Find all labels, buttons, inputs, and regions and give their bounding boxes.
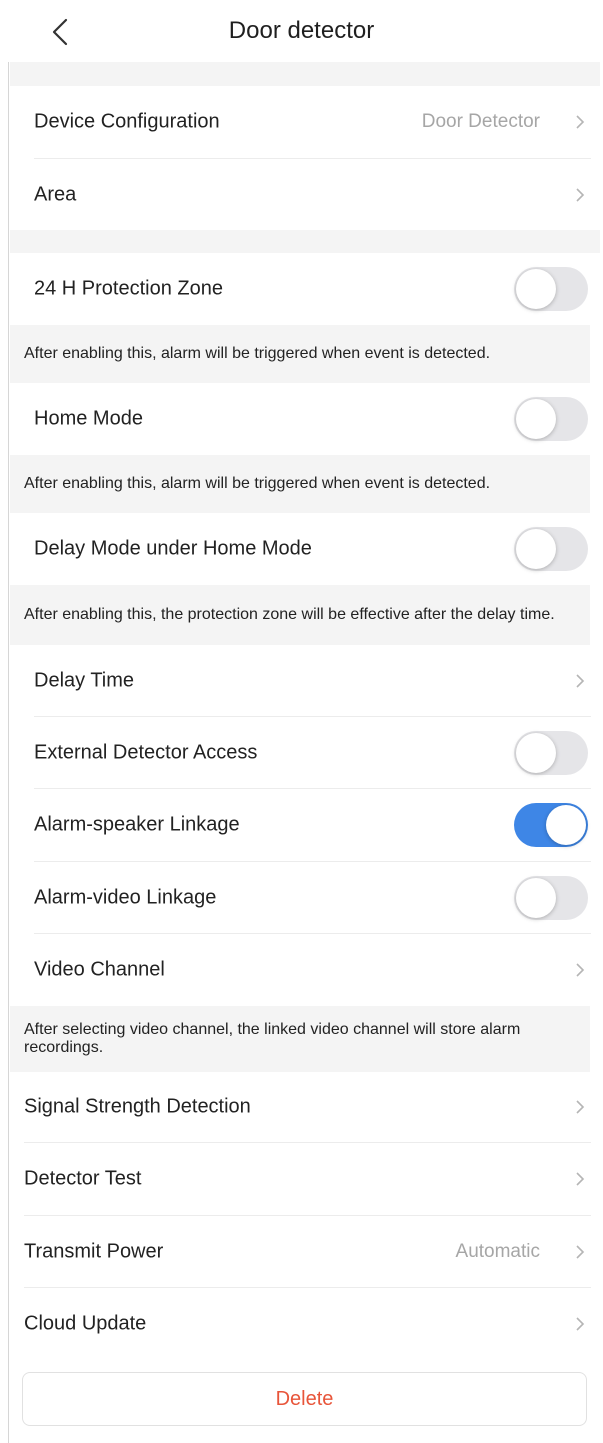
delay-mode-label: Delay Mode under Home Mode [34, 537, 312, 560]
delay-mode-row: Delay Mode under Home Mode [10, 513, 600, 585]
delay-mode-toggle[interactable] [514, 527, 588, 571]
protection-24h-label: 24 H Protection Zone [34, 277, 223, 300]
toggle-knob [516, 732, 556, 773]
protection-24h-row: 24 H Protection Zone [10, 253, 600, 325]
transmit-power-row[interactable]: Transmit Power Automatic [10, 1216, 600, 1287]
home-mode-note: After enabling this, alarm will be trigg… [10, 455, 590, 513]
chevron-right-icon [576, 1100, 585, 1114]
chevron-right-icon [576, 1244, 585, 1259]
home-mode-label: Home Mode [34, 407, 143, 430]
transmit-power-value: Automatic [455, 1240, 540, 1262]
external-detector-toggle[interactable] [514, 730, 588, 775]
home-mode-toggle[interactable] [514, 397, 588, 441]
video-channel-label: Video Channel [34, 958, 165, 981]
device-configuration-label: Device Configuration [34, 110, 220, 133]
area-label: Area [34, 183, 77, 205]
delete-button[interactable]: Delete [22, 1372, 587, 1426]
left-edge-line [8, 0, 9, 1443]
delay-time-row[interactable]: Delay Time [10, 645, 600, 716]
protection-24h-toggle[interactable] [514, 267, 588, 311]
alarm-video-row: Alarm-video Linkage [10, 862, 600, 933]
home-mode-row: Home Mode [10, 383, 600, 455]
chevron-right-icon [576, 673, 585, 688]
chevron-right-icon [576, 1172, 585, 1186]
signal-strength-row[interactable]: Signal Strength Detection [10, 1072, 600, 1142]
page-title: Door detector [228, 17, 375, 44]
transmit-power-label: Transmit Power [24, 1240, 164, 1262]
alarm-video-toggle[interactable] [514, 875, 588, 920]
section-gap [10, 230, 600, 253]
delay-mode-note: After enabling this, the protection zone… [10, 585, 590, 645]
detector-test-label: Detector Test [24, 1167, 142, 1190]
toggle-knob [516, 399, 556, 439]
video-channel-row[interactable]: Video Channel [10, 934, 600, 1006]
chevron-right-icon [576, 115, 585, 129]
chevron-right-icon [576, 1317, 585, 1331]
section-gap [10, 62, 600, 86]
alarm-video-label: Alarm-video Linkage [34, 886, 217, 908]
external-detector-label: External Detector Access [34, 741, 258, 763]
alarm-speaker-toggle[interactable] [514, 803, 588, 847]
cloud-update-row[interactable]: Cloud Update [10, 1288, 600, 1360]
chevron-right-icon [576, 963, 585, 977]
external-detector-row: External Detector Access [10, 717, 600, 788]
device-configuration-row[interactable]: Device Configuration Door Detector [10, 86, 600, 158]
navigation-bar: Door detector [0, 0, 603, 62]
toggle-knob [516, 269, 556, 309]
detector-test-row[interactable]: Detector Test [10, 1143, 600, 1215]
video-channel-note: After selecting video channel, the linke… [10, 1006, 590, 1072]
alarm-speaker-label: Alarm-speaker Linkage [34, 813, 240, 836]
signal-strength-label: Signal Strength Detection [24, 1095, 251, 1118]
toggle-knob [516, 877, 556, 918]
protection-24h-note: After enabling this, alarm will be trigg… [10, 325, 590, 383]
alarm-speaker-row: Alarm-speaker Linkage [10, 789, 600, 861]
chevron-right-icon [576, 187, 585, 202]
toggle-knob [546, 805, 586, 845]
device-configuration-value: Door Detector [421, 111, 540, 132]
area-row[interactable]: Area [10, 159, 600, 230]
delay-time-label: Delay Time [34, 669, 135, 691]
cloud-update-label: Cloud Update [24, 1312, 147, 1335]
toggle-knob [516, 529, 556, 569]
